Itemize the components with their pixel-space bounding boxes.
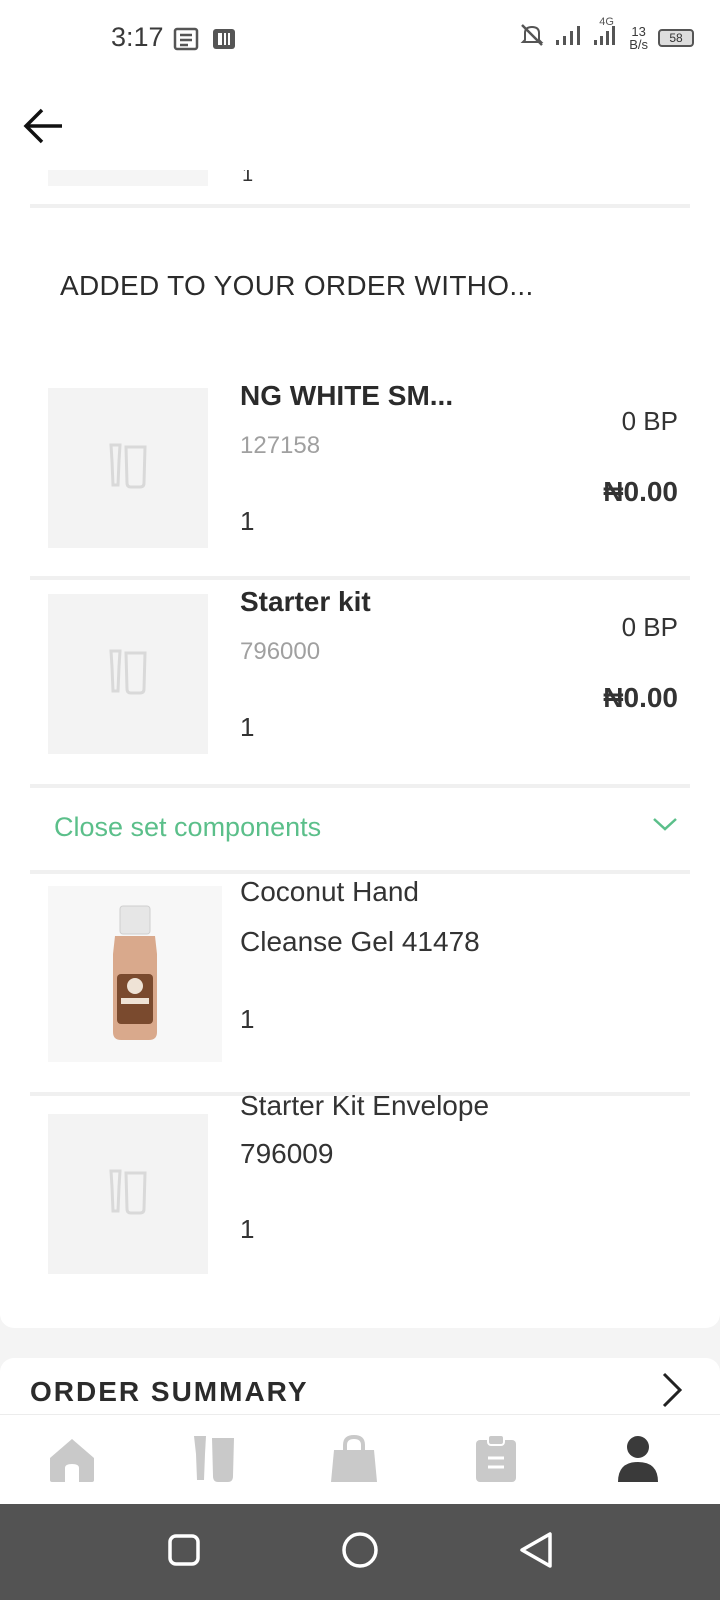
signal-icon	[555, 24, 583, 51]
product-bp: 0 BP	[621, 612, 678, 642]
component-name-line1[interactable]: Coconut Hand	[240, 876, 419, 908]
product-price: ₦0.00	[603, 682, 678, 713]
close-set-label: Close set components	[54, 812, 322, 842]
product-price: ₦0.00	[603, 476, 678, 507]
news-icon	[173, 26, 199, 57]
divider	[30, 784, 690, 788]
triangle-back-icon	[518, 1530, 554, 1575]
status-time: 3:17	[111, 22, 164, 52]
component-quantity: 1	[240, 1214, 255, 1244]
arrow-left-icon	[22, 108, 66, 150]
divider	[30, 576, 690, 580]
order-summary-section[interactable]: ORDER SUMMARY	[0, 1358, 720, 1418]
shopping-bag-icon	[329, 1434, 379, 1489]
component-name-line2: Cleanse Gel 41478	[240, 926, 480, 957]
product-thumbnail[interactable]	[48, 388, 208, 548]
product-image[interactable]	[48, 886, 222, 1062]
chevron-right-icon	[660, 1370, 684, 1415]
status-bar: 3:17 4G 13 B/s 58	[0, 0, 720, 82]
nav-products[interactable]	[184, 1433, 244, 1489]
battery-icon: 58	[658, 28, 694, 47]
products-icon	[192, 1434, 236, 1489]
cut-product-quantity: 1	[242, 170, 254, 186]
product-code: 796000	[240, 638, 321, 665]
order-items-card: 1 ADDED TO YOUR ORDER WITHO... NG WHITE …	[0, 170, 720, 1328]
net-speed: 13 B/s	[629, 23, 648, 52]
system-navigation-bar	[0, 1504, 720, 1600]
product-code: 127158	[240, 432, 321, 459]
bottom-navigation	[0, 1414, 720, 1504]
recents-button[interactable]	[162, 1530, 206, 1574]
component-name-line1[interactable]: Starter Kit Envelope	[240, 1090, 489, 1122]
product-thumbnail[interactable]	[48, 1114, 208, 1274]
back-button[interactable]	[22, 106, 66, 146]
orders-clipboard-icon	[474, 1433, 518, 1489]
mute-bell-icon	[519, 22, 545, 53]
square-icon	[167, 1533, 201, 1572]
product-placeholder-icon	[108, 1169, 148, 1220]
product-name[interactable]: NG WHITE SM...	[240, 380, 453, 412]
nav-shopping-bag[interactable]	[324, 1433, 384, 1489]
product-placeholder-icon	[108, 443, 148, 494]
product-name[interactable]: Starter kit	[240, 586, 371, 618]
divider	[30, 870, 690, 874]
close-set-components-toggle[interactable]: Close set components	[30, 790, 690, 870]
circle-icon	[340, 1530, 380, 1575]
product-quantity: 1	[240, 712, 255, 742]
back-system-button[interactable]	[514, 1530, 558, 1574]
product-placeholder-icon	[108, 649, 148, 700]
profile-icon	[616, 1434, 660, 1489]
app-header	[0, 82, 720, 170]
nav-profile[interactable]	[608, 1433, 668, 1489]
product-bp: 0 BP	[621, 406, 678, 436]
home-button[interactable]	[338, 1530, 382, 1574]
signal-4g-icon: 4G	[593, 16, 619, 51]
divider	[30, 204, 690, 208]
chevron-down-icon	[652, 816, 678, 837]
section-title: ADDED TO YOUR ORDER WITHO...	[60, 270, 534, 301]
nav-orders[interactable]	[466, 1433, 526, 1489]
product-quantity: 1	[240, 506, 255, 536]
app-notification-icon	[211, 26, 237, 57]
home-icon	[47, 1434, 97, 1489]
product-thumbnail[interactable]	[48, 594, 208, 754]
order-summary-title: ORDER SUMMARY	[30, 1376, 309, 1407]
component-quantity: 1	[240, 1004, 255, 1034]
nav-home[interactable]	[42, 1433, 102, 1489]
cut-product-thumbnail	[48, 170, 208, 186]
component-name-line2: 796009	[240, 1138, 334, 1169]
bottle-image	[113, 905, 157, 1040]
